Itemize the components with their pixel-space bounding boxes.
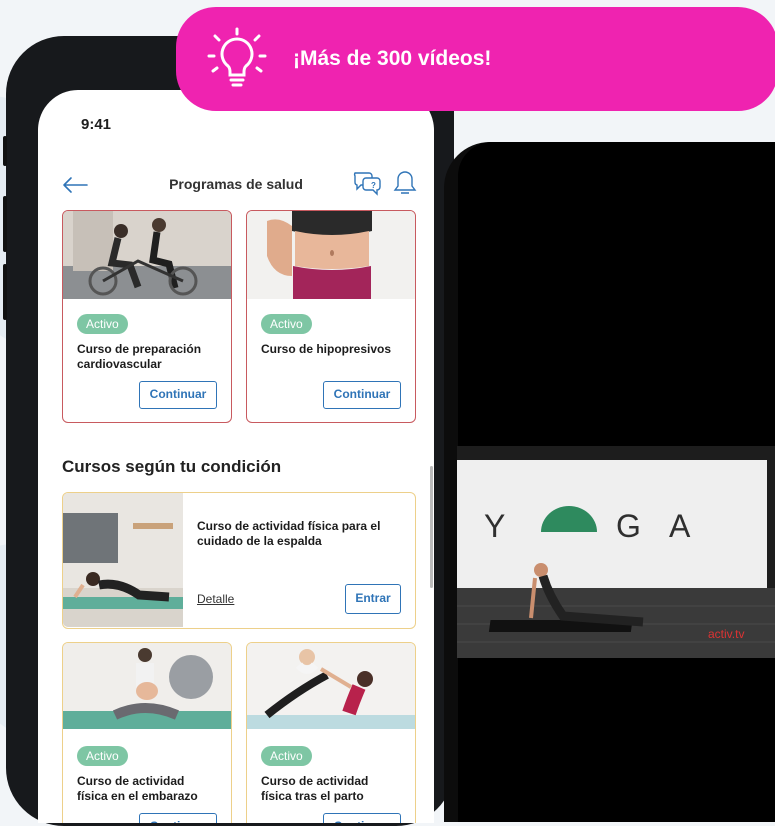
course-image-espalda (63, 493, 183, 627)
course-image-postparto (247, 643, 415, 729)
video-brand-logo: activ.tv (708, 627, 745, 641)
course-card-postparto[interactable]: Activo Curso de actividad física tras el… (246, 642, 416, 823)
phone-side-button (3, 196, 7, 252)
promo-banner: ¡Más de 300 vídeos! (176, 7, 775, 111)
svg-text:?: ? (371, 181, 376, 190)
status-badge: Activo (77, 746, 128, 766)
section-title: Cursos según tu condición (62, 457, 282, 476)
video-letter: A (669, 508, 693, 544)
course-image-hipopresivos (247, 211, 415, 299)
app-screen: 9:41 Programas de salud ? Activo Curso d… (38, 90, 434, 823)
lightbulb-icon (207, 27, 267, 87)
course-title: Curso de actividad física tras el parto (261, 774, 369, 803)
course-title: Curso de actividad física en el embarazo (77, 774, 198, 803)
nav-bar: Programas de salud ? (38, 168, 434, 208)
video-letter: G (616, 508, 643, 544)
continue-button[interactable]: Continuar (139, 381, 217, 409)
banner-text: ¡Más de 300 vídeos! (293, 47, 492, 70)
course-title: Curso de hipopresivos (261, 342, 392, 356)
course-title: Curso de actividad física para el cuidad… (197, 519, 381, 548)
phone-side-button (3, 264, 7, 320)
chat-bubbles-icon[interactable]: ? (352, 168, 382, 198)
course-card-espalda[interactable]: Curso de actividad física para el cuidad… (62, 492, 416, 629)
detail-link[interactable]: Detalle (197, 592, 234, 606)
status-time: 9:41 (81, 116, 112, 133)
scrollbar[interactable] (430, 466, 433, 588)
phone-frame-left: 9:41 Programas de salud ? Activo Curso d… (3, 36, 454, 826)
bell-icon[interactable] (392, 168, 418, 198)
course-card-embarazo[interactable]: Activo Curso de actividad física en el e… (62, 642, 232, 823)
course-title: Curso de preparación cardiovascular (77, 342, 202, 371)
phone-side-button (3, 136, 7, 166)
video-letter: Y (484, 508, 508, 544)
enter-button[interactable]: Entrar (345, 584, 401, 614)
status-badge: Activo (77, 314, 128, 334)
course-image-cardio (63, 211, 231, 299)
continue-button[interactable]: Continuar (323, 813, 401, 823)
status-badge: Activo (261, 746, 312, 766)
course-image-embarazo (63, 643, 231, 729)
continue-button[interactable]: Continuar (139, 813, 217, 823)
course-card-cardio[interactable]: Activo Curso de preparación cardiovascul… (62, 210, 232, 423)
continue-button[interactable]: Continuar (323, 381, 401, 409)
course-card-hipopresivos[interactable]: Activo Curso de hipopresivos Continuar (246, 210, 416, 423)
status-badge: Activo (261, 314, 312, 334)
